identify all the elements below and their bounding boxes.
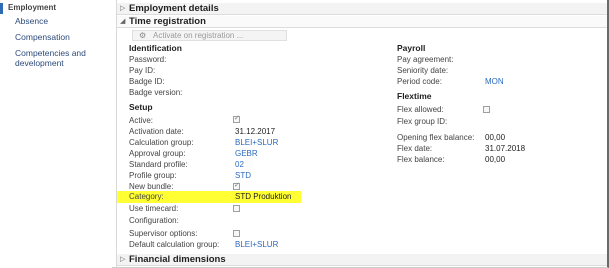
password-label: Password: [129,55,167,64]
pay-id-label: Pay ID: [129,66,156,75]
badge-version-label: Badge version: [129,88,183,97]
tab-time-registration[interactable]: ◢ Time registration [117,16,607,28]
activate-on-registration-button[interactable]: ⚙ Activate on registration ... [132,30,287,41]
pay-agreement-label: Pay agreement: [397,55,454,64]
standard-profile-label: Standard profile: [129,160,188,169]
category-label: Category: [129,192,164,201]
nav-item-label: Employment [8,3,57,12]
new-bundle-checkbox[interactable] [233,181,240,190]
tab-title: Employment details [129,3,219,14]
chevron-right-icon: ▷ [120,256,126,263]
approval-group-label: Approval group: [129,149,186,158]
payroll-heading: Payroll [397,43,426,53]
configuration-label: Configuration: [129,216,179,225]
identification-heading: Identification [129,43,182,53]
standard-profile-link[interactable]: 02 [235,160,244,170]
nav-item-absence[interactable]: Absence [15,16,48,27]
opening-flex-balance-value[interactable]: 00,00 [485,133,505,143]
supervisor-options-label: Supervisor options: [129,229,198,238]
chevron-right-icon: ▷ [120,5,126,12]
activation-date-value[interactable]: 31.12.2017 [235,127,275,137]
flex-date-value[interactable]: 31.07.2018 [485,144,525,154]
profile-group-label: Profile group: [129,171,177,180]
flex-allowed-checkbox[interactable] [483,106,490,113]
tab-title: Time registration [129,16,206,27]
flextime-heading: Flextime [397,91,432,101]
calculation-group-link[interactable]: BLEI+SLUR [235,138,278,148]
approval-group-link[interactable]: GEBR [235,149,258,159]
seniority-date-label: Seniority date: [397,66,449,75]
flex-balance-label: Flex balance: [397,155,445,164]
flex-allowed-label: Flex allowed: [397,105,444,114]
profile-group-link[interactable]: STD [235,171,251,181]
active-checkbox[interactable] [233,114,240,123]
active-label: Active: [129,116,154,125]
opening-flex-balance-label: Opening flex balance: [397,133,475,142]
default-calculation-group-link[interactable]: BLEI+SLUR [235,240,278,250]
category-value[interactable]: STD Produktion [235,192,291,202]
tab-employment-details[interactable]: ▷ Employment details [117,3,607,15]
setup-heading: Setup [129,102,153,112]
period-code-link[interactable]: MON [485,77,504,87]
supervisor-options-checkbox[interactable] [233,230,240,237]
tab-financial-dimensions[interactable]: ▷ Financial dimensions [117,254,607,266]
default-calculation-group-label: Default calculation group: [129,240,220,249]
left-navigation: Employment Absence Compensation Competen… [0,0,112,268]
flex-balance-value[interactable]: 00,00 [485,155,505,165]
chevron-down-icon: ◢ [120,18,126,25]
tab-title: Financial dimensions [129,254,226,265]
flex-date-label: Flex date: [397,144,433,153]
nav-item-compensation[interactable]: Compensation [15,32,70,43]
button-label: Activate on registration ... [153,31,244,40]
user-clock-icon: ⚙ [139,31,147,40]
nav-item-development[interactable]: development [15,58,64,69]
period-code-label: Period code: [397,77,442,86]
active-indicator [0,3,3,14]
use-timecard-checkbox[interactable] [233,205,240,212]
flex-group-id-label: Flex group ID: [397,117,448,126]
activation-date-label: Activation date: [129,127,184,136]
use-timecard-label: Use timecard: [129,204,179,213]
main-content: ▷ Employment details ◢ Time registration… [116,0,607,268]
calculation-group-label: Calculation group: [129,138,194,147]
badge-id-label: Badge ID: [129,77,165,86]
app-frame: Employment Absence Compensation Competen… [0,0,609,268]
